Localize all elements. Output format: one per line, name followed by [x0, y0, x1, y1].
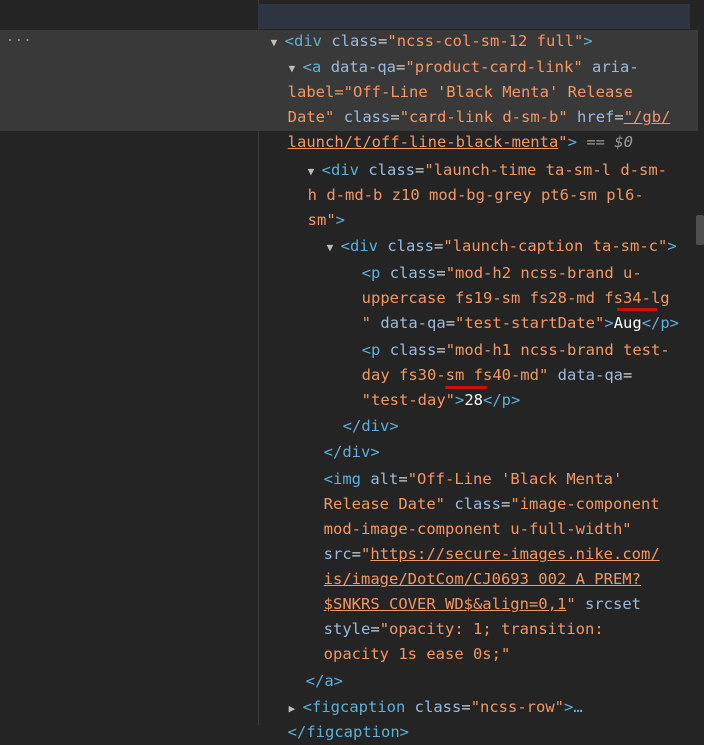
attr-continuation: style="opacity: 1; transition:	[323, 620, 604, 638]
closing-tag-a[interactable]: </a>	[287, 644, 343, 690]
attr-continuation: h d-md-b z10 mod-bg-grey pt6-sm pl6-	[307, 186, 644, 204]
closing-tag-figcaption[interactable]: </figcaption>	[269, 695, 409, 741]
dom-node-p-start-date[interactable]: <p class="mod-h2 ncss-brand u-	[343, 236, 642, 282]
node-actions-ellipsis[interactable]: ...	[6, 30, 32, 45]
expanded-triangle-icon[interactable]: ▼	[327, 235, 341, 260]
attr-continuation: day fs30-sm fs40-md" data-qa=	[361, 366, 633, 384]
attr-continuation: opacity 1s ease 0s;"	[323, 645, 511, 663]
attr-continuation: mod-image-component u-full-width"	[323, 520, 632, 538]
red-underline-annotation	[617, 308, 657, 311]
attr-continuation: $SNKRS COVER WD$&align=0,1" srcset	[323, 595, 641, 613]
attr-continuation: src="https://secure-images.nike.com/	[323, 545, 660, 563]
attr-continuation: sm">	[307, 211, 346, 229]
dom-node-div-launch-caption[interactable]: ▼ <div class="launch-caption ta-sm-c">	[308, 209, 677, 255]
attr-continuation: Release Date" class="image-component	[323, 495, 660, 513]
attr-continuation: launch/t/off-line-black-menta"> == $0	[287, 133, 633, 151]
attr-continuation: is/image/DotCom/CJ0693 002 A PREM?	[305, 542, 641, 588]
attr-continuation: label="Off-Line 'Black Menta' Release	[287, 83, 633, 101]
attr-continuation: "test-day">28</p>	[361, 391, 521, 409]
dom-node-div-launch-time[interactable]: ▼ <div class="launch-time ta-sm-l d-sm-	[289, 133, 667, 179]
attr-continuation: uppercase fs19-sm fs28-md fs34-lg	[361, 289, 670, 307]
test-day-text[interactable]: 28	[464, 391, 483, 409]
dom-node-figcaption[interactable]: ▶ <figcaption class="ncss-row">…	[270, 670, 583, 716]
dom-node-div-col[interactable]: ▼ <div class="ncss-col-sm-12 full">	[252, 4, 593, 50]
scrollbar-thumb[interactable]	[696, 215, 704, 245]
closing-tag-div[interactable]: </div>	[305, 415, 380, 461]
closing-tag-div[interactable]: </div>	[324, 389, 399, 435]
attr-continuation: Date" class="card-link d-sm-b" href="/gb…	[287, 108, 671, 126]
dom-node-p-test-day[interactable]: <p class="mod-h1 ncss-brand test-	[343, 313, 670, 359]
dom-node-a-product-card-link[interactable]: ▼ <a data-qa="product-card-link" aria-	[270, 30, 639, 76]
dom-node-img[interactable]: <img alt="Off-Line 'Black Menta'	[305, 442, 623, 488]
red-underline-annotation	[445, 386, 487, 389]
